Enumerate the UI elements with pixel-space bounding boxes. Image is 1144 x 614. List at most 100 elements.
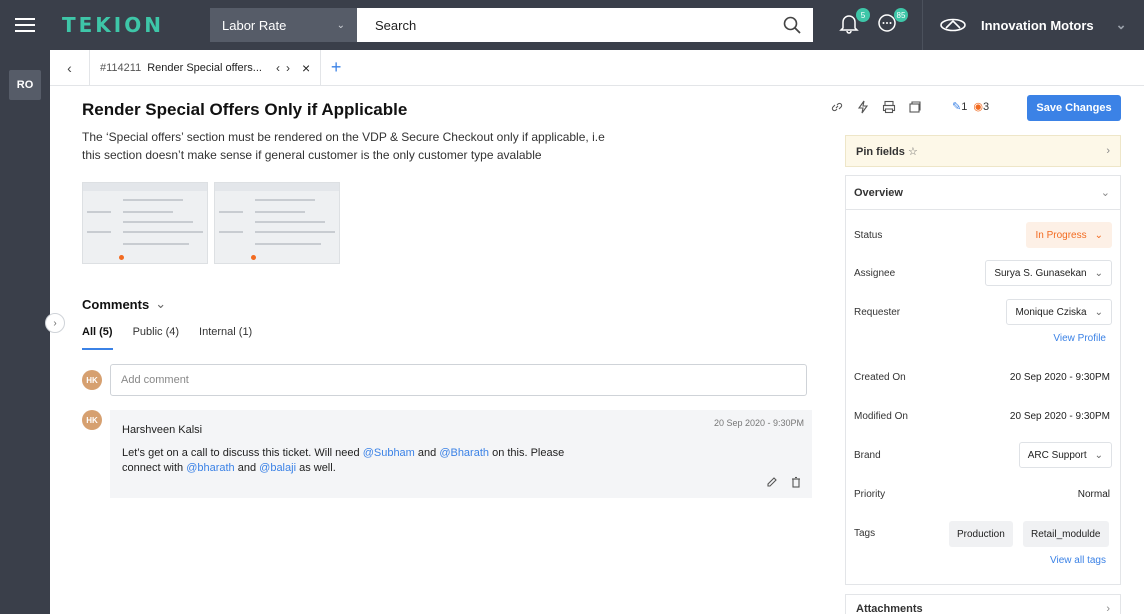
mention-link[interactable]: @Subham <box>363 447 415 459</box>
view-profile-link[interactable]: View Profile <box>1053 333 1106 344</box>
attachment-thumbnails <box>82 182 812 264</box>
mention-link[interactable]: @balaji <box>259 462 296 474</box>
modified-on-label: Modified On <box>854 411 908 422</box>
chevron-down-icon: ⌄ <box>1094 306 1103 318</box>
add-comment-input[interactable]: Add comment <box>110 364 807 396</box>
status-value: In Progress <box>1035 229 1087 241</box>
view-count: 3 <box>983 101 990 113</box>
chat-button[interactable]: 85 <box>876 8 908 38</box>
tab-internal-comments[interactable]: Internal (1) <box>199 326 252 350</box>
chevron-right-icon: › <box>53 317 57 329</box>
tab-all-comments[interactable]: All (5) <box>82 326 113 350</box>
tab-prev-next-icon[interactable]: ‹› <box>276 61 296 75</box>
ticket-action-icons <box>830 100 922 114</box>
lightning-icon[interactable] <box>856 100 870 114</box>
comment-text: Let’s get on a call to discuss this tick… <box>122 447 565 474</box>
comment-actions <box>766 476 802 488</box>
requester-value: Monique Cziska <box>1015 306 1087 318</box>
ticket-main: Render Special Offers Only if Applicable… <box>82 100 812 498</box>
mention-link[interactable]: @Bharath <box>439 447 489 459</box>
view-all-tags-link[interactable]: View all tags <box>1050 555 1106 566</box>
chevron-down-icon: ⌄ <box>336 19 345 31</box>
comments-title: Comments <box>82 296 150 312</box>
assignee-select[interactable]: Surya S. Gunasekan ⌄ <box>985 260 1112 286</box>
back-button[interactable]: ‹ <box>50 49 90 86</box>
attachments-panel[interactable]: Attachments › <box>845 594 1121 614</box>
modified-on-value: 20 Sep 2020 - 9:30PM <box>1009 411 1110 422</box>
notifications-button[interactable]: 5 <box>838 8 870 38</box>
chevron-down-icon: ⌄ <box>1094 449 1103 461</box>
mention-link[interactable]: @bharath <box>186 462 234 474</box>
module-select-value: Labor Rate <box>222 17 287 33</box>
brand-logo-icon <box>940 18 966 32</box>
assignee-label: Assignee <box>854 268 896 279</box>
comment-tabs: All (5) Public (4) Internal (1) <box>82 326 812 350</box>
priority-value: Normal <box>1077 489 1110 500</box>
pin-icon: ☆ <box>907 145 918 158</box>
pin-fields-label: Pin fields <box>856 145 905 158</box>
status-select[interactable]: In Progress ⌄ <box>1026 222 1112 248</box>
comment-author: Harshveen Kalsi <box>122 424 203 436</box>
avatar: HK <box>82 370 102 390</box>
brand-value: ARC Support <box>1027 449 1087 461</box>
tag-chip[interactable]: Production <box>949 521 1013 547</box>
tab-ticket-title: Render Special offers... <box>147 61 262 74</box>
module-select[interactable]: Labor Rate ⌄ <box>210 8 357 42</box>
trash-icon[interactable] <box>790 476 802 488</box>
comment-item: HK Harshveen Kalsi 20 Sep 2020 - 9:30PM … <box>82 410 812 498</box>
dealer-name: Innovation Motors <box>981 17 1094 33</box>
tab-bar: ‹ #114211 Render Special offers... ‹› × … <box>50 49 1144 86</box>
copy-icon[interactable] <box>908 100 922 114</box>
comment-box: Harshveen Kalsi 20 Sep 2020 - 9:30PM Let… <box>110 410 812 498</box>
ro-button[interactable]: RO <box>9 70 41 100</box>
chat-badge: 85 <box>894 8 908 22</box>
save-changes-button[interactable]: Save Changes <box>1027 95 1121 121</box>
brand-select[interactable]: ARC Support ⌄ <box>1018 442 1112 468</box>
search-input[interactable]: Search <box>357 8 813 42</box>
link-icon[interactable] <box>830 100 844 114</box>
avatar: HK <box>82 410 102 430</box>
comments-heading[interactable]: Comments ⌄ <box>82 296 812 312</box>
chevron-down-icon: ⌄ <box>155 296 167 311</box>
status-label: Status <box>854 230 883 241</box>
tab-ticket[interactable]: #114211 Render Special offers... ‹› × <box>90 49 322 86</box>
tab-ticket-id: #114211 <box>100 61 142 74</box>
dealer-switcher[interactable]: Innovation Motors ⌄ <box>922 0 1144 50</box>
chevron-right-icon: › <box>1106 145 1110 157</box>
chevron-down-icon: ⌄ <box>1100 187 1110 199</box>
expand-panel-button[interactable]: › <box>45 313 65 333</box>
overview-panel: Overview ⌄ Status In Progress ⌄ Assignee… <box>845 175 1121 585</box>
search-icon[interactable] <box>783 16 801 34</box>
menu-icon[interactable] <box>0 0 50 50</box>
overview-header[interactable]: Overview ⌄ <box>846 176 1120 210</box>
chevron-down-icon: ⌄ <box>1094 229 1103 241</box>
pin-fields-panel[interactable]: Pin fields ☆ › <box>845 135 1121 167</box>
watchers[interactable]: ✎1 ◉3 <box>952 100 989 113</box>
add-comment-row: HK Add comment <box>82 364 812 396</box>
ticket-title: Render Special Offers Only if Applicable <box>82 100 408 119</box>
requester-select[interactable]: Monique Cziska ⌄ <box>1006 299 1112 325</box>
priority-label: Priority <box>854 489 886 500</box>
tag-chip[interactable]: Retail_modulde <box>1023 521 1109 547</box>
attachment-thumbnail[interactable] <box>214 182 340 264</box>
notifications-badge: 5 <box>856 8 870 22</box>
assignee-value: Surya S. Gunasekan <box>994 267 1087 279</box>
created-on-value: 20 Sep 2020 - 9:30PM <box>1009 372 1110 383</box>
add-tab-button[interactable]: + <box>321 57 351 78</box>
app-logo: TEKION <box>62 13 164 37</box>
requester-label: Requester <box>854 307 901 318</box>
chevron-left-icon: ‹ <box>67 59 72 76</box>
ticket-description: The ‘Special offers’ section must be ren… <box>82 130 605 162</box>
chevron-right-icon: › <box>1106 603 1110 614</box>
tab-public-comments[interactable]: Public (4) <box>133 326 179 350</box>
print-icon[interactable] <box>882 100 896 114</box>
tab-close-button[interactable]: × <box>302 60 310 76</box>
edit-icon[interactable] <box>766 476 778 488</box>
search-text: Search <box>375 17 417 33</box>
tags-label: Tags <box>854 528 876 539</box>
chevron-down-icon: ⌄ <box>1094 267 1103 279</box>
overview-title: Overview <box>854 186 903 199</box>
eye-icon: ◉ <box>973 101 984 113</box>
attachment-thumbnail[interactable] <box>82 182 208 264</box>
comment-timestamp: 20 Sep 2020 - 9:30PM <box>713 418 804 428</box>
